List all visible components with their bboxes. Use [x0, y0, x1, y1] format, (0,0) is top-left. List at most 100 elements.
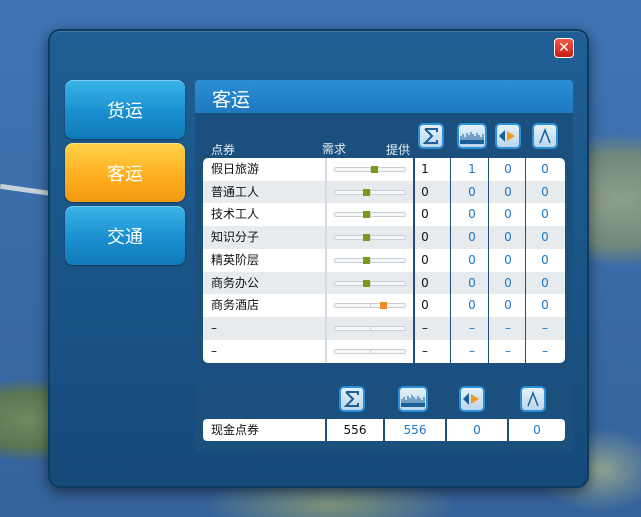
row-supply: 0: [421, 230, 429, 245]
row-supply: 0: [421, 275, 429, 290]
sigma-icon[interactable]: [418, 123, 444, 149]
table-row: 精英阶层 0 0 0 0: [203, 249, 565, 272]
row-supply: 0: [421, 298, 429, 313]
demand-marker: [363, 279, 370, 287]
row-value-1: 0: [468, 230, 476, 245]
row-value-1: 1: [468, 162, 476, 176]
demand-gauge: [334, 272, 406, 295]
row-category-name: 商务办公: [211, 275, 260, 290]
demand-gauge: [334, 158, 406, 181]
row-supply: 1: [421, 162, 429, 176]
row-value-1: 0: [468, 184, 476, 199]
table-row: 商务办公 0 0 0 0: [203, 271, 565, 295]
row-category-name: 知识分子: [211, 230, 260, 245]
row-value-3: 0: [541, 298, 549, 313]
row-value-1: –: [469, 320, 475, 335]
row-value-3: –: [542, 320, 548, 335]
demand-marker: [363, 211, 370, 219]
summary-value-3: 0: [533, 423, 541, 437]
row-value-1: 0: [468, 252, 476, 267]
demand-marker: [371, 166, 378, 173]
tab-passenger[interactable]: 客运: [65, 143, 185, 202]
tab-freight-label: 货运: [107, 100, 143, 122]
row-value-2: 0: [504, 298, 512, 313]
demand-marker: [363, 256, 370, 264]
row-category-name: 技术工人: [211, 207, 260, 222]
row-value-2: 0: [504, 275, 512, 290]
table-row: 商务酒店 0 0 0 0: [203, 294, 565, 317]
summary-label: 现金点券: [211, 423, 260, 437]
row-value-2: 0: [504, 162, 512, 176]
tab-freight[interactable]: 货运: [65, 80, 185, 139]
column-divider: [450, 158, 451, 363]
demand-gauge: [334, 317, 406, 340]
row-value-3: 0: [541, 230, 549, 245]
row-value-1: –: [469, 343, 475, 358]
summary-histogram-icon[interactable]: [398, 386, 428, 412]
row-category-name: 普通工人: [211, 184, 260, 199]
row-value-2: 0: [504, 230, 512, 245]
demand-gauge: [334, 340, 406, 363]
row-category-name: 精英阶层: [211, 252, 260, 267]
row-category-name: –: [211, 343, 217, 358]
demand-marker: [363, 188, 370, 196]
row-supply: 0: [421, 184, 429, 199]
summary-value-1: 556: [403, 423, 427, 437]
row-value-3: –: [542, 343, 548, 358]
column-divider: [325, 158, 327, 363]
tab-traffic[interactable]: 交通: [65, 206, 185, 265]
table-row: 知识分子 0 0 0 0: [203, 226, 565, 249]
column-header-demand: 需求: [322, 142, 347, 156]
row-value-3: 0: [541, 207, 549, 222]
table-row: 假日旅游 1 1 0 0: [203, 158, 565, 181]
summary-sigma-icon[interactable]: [339, 386, 365, 412]
summary-value-2: 0: [473, 423, 481, 437]
histogram-icon[interactable]: [457, 123, 487, 149]
row-value-3: 0: [541, 252, 549, 267]
demand-gauge: [334, 294, 406, 317]
summary-total: 556: [343, 423, 367, 437]
row-category-name: –: [211, 320, 217, 335]
demand-table: 假日旅游 1 1 0 0 普通工人 0 0 0 0 技术工人 0 0 0 0 知识分子 0 0 0 0 精英阶层 0 0 0 0…: [203, 158, 565, 363]
summary-flag-arrow-icon[interactable]: [459, 386, 485, 412]
close-button[interactable]: ✕: [554, 38, 574, 58]
row-value-3: 0: [541, 162, 549, 176]
row-supply: 0: [421, 207, 429, 222]
row-supply: –: [422, 320, 428, 335]
summary-row: 现金点券 556 556 0 0: [203, 419, 565, 441]
demand-gauge: [334, 203, 406, 226]
row-supply: 0: [421, 252, 429, 267]
summary-panel: [195, 380, 573, 452]
column-divider: [488, 158, 489, 363]
row-value-2: 0: [504, 207, 512, 222]
column-header-name: 点券: [211, 143, 236, 157]
row-value-2: –: [505, 343, 511, 358]
flag-arrow-icon[interactable]: [495, 123, 521, 149]
demand-gauge: [334, 226, 406, 249]
demand-marker: [363, 234, 370, 242]
demand-gauge: [334, 181, 406, 204]
row-value-2: 0: [504, 184, 512, 199]
table-row: 普通工人 0 0 0 0: [203, 180, 565, 204]
row-value-3: 0: [541, 184, 549, 199]
row-value-1: 0: [468, 298, 476, 313]
row-value-2: 0: [504, 252, 512, 267]
column-divider: [525, 158, 526, 363]
lambda-icon[interactable]: [532, 123, 558, 149]
section-title: 客运: [212, 89, 251, 111]
demand-gauge: [334, 249, 406, 272]
row-value-1: 0: [468, 207, 476, 222]
table-row: – – – – –: [203, 316, 565, 340]
row-value-2: –: [505, 320, 511, 335]
column-divider: [413, 158, 415, 363]
table-row: 技术工人 0 0 0 0: [203, 203, 565, 226]
summary-lambda-icon[interactable]: [520, 386, 546, 412]
row-value-1: 0: [468, 275, 476, 290]
row-supply: –: [422, 343, 428, 358]
row-category-name: 商务酒店: [211, 298, 260, 313]
tab-traffic-label: 交通: [107, 226, 143, 248]
column-header-supply: 提供: [386, 143, 411, 157]
tab-passenger-label: 客运: [107, 163, 143, 185]
table-row: – – – – –: [203, 340, 565, 363]
row-value-3: 0: [541, 275, 549, 290]
